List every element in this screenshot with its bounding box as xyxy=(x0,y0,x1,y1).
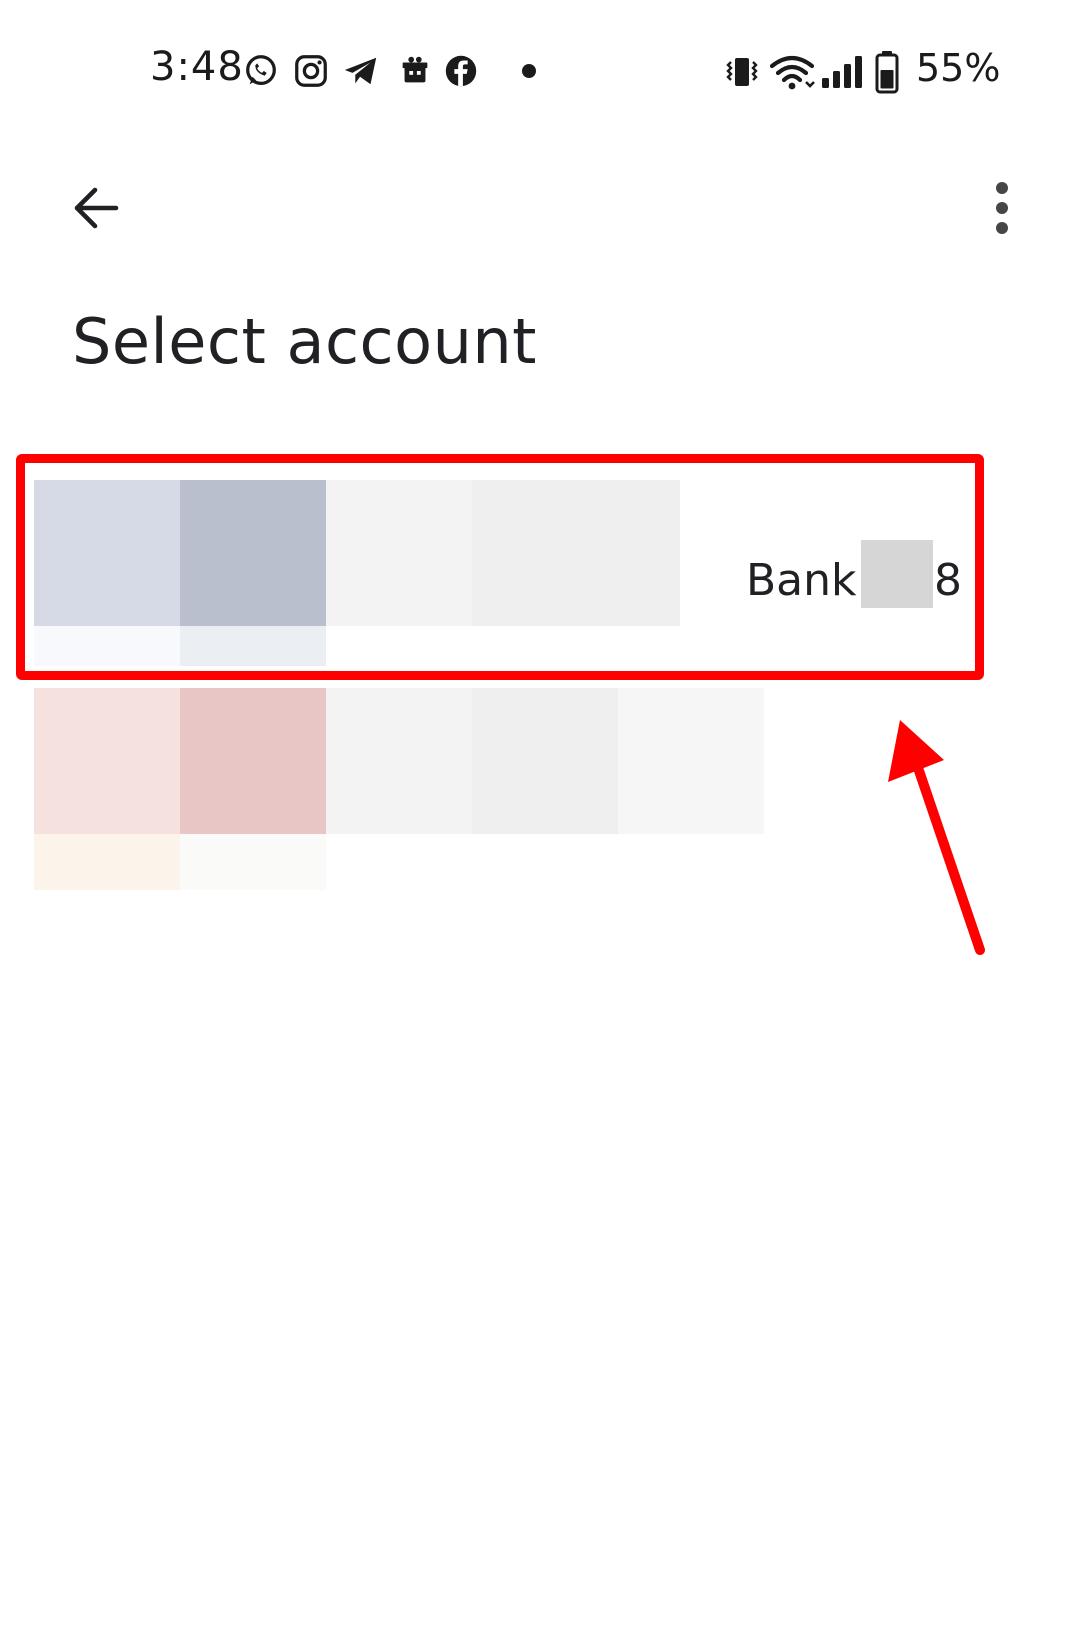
more-vert-icon xyxy=(996,182,1008,234)
redacted-account-number xyxy=(861,540,933,608)
more-notifications-dot xyxy=(522,64,536,78)
status-time: 3:48 xyxy=(150,44,244,90)
instagram-icon xyxy=(295,55,327,87)
account-number-suffix: 8 xyxy=(934,555,962,606)
back-button[interactable] xyxy=(60,172,132,244)
gift-icon xyxy=(402,56,428,83)
facebook-icon xyxy=(445,55,477,87)
signal-icon xyxy=(822,56,862,88)
account-name: Bank xyxy=(746,555,857,606)
account-item[interactable] xyxy=(34,688,974,898)
more-options-button[interactable] xyxy=(972,172,1032,244)
telegram-icon xyxy=(344,57,377,85)
status-bar: 3:48 55% xyxy=(0,0,1080,140)
account-item[interactable]: Bank 8 xyxy=(34,480,974,666)
vibrate-icon xyxy=(726,58,758,86)
arrow-back-icon xyxy=(74,187,119,229)
battery-percent: 55% xyxy=(916,46,1001,90)
whatsapp-icon xyxy=(246,55,276,85)
wifi-icon xyxy=(769,55,815,90)
page-title: Select account xyxy=(72,305,537,378)
battery-icon xyxy=(875,51,899,94)
